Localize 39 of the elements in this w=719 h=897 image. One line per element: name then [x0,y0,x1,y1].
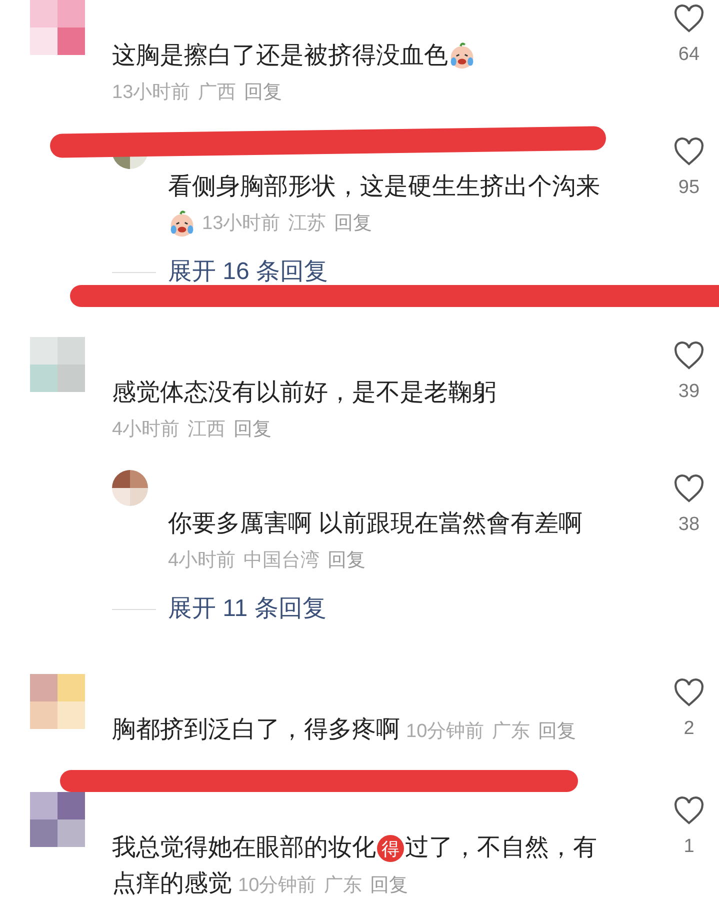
time-label: 10分钟前 [238,875,316,896]
reply-button[interactable]: 回复 [234,415,272,445]
like-count: 2 [684,717,694,741]
region-label: 广东 [492,721,530,742]
heart-icon[interactable] [673,796,705,826]
heart-icon[interactable] [673,341,705,371]
comment-text: 这胸是擦白了还是被挤得没血色 [112,41,448,71]
comment-text: 感觉体态没有以前好，是不是老鞠躬 [112,378,496,408]
region-label: 广西 [198,81,236,105]
expand-replies-link[interactable]: 展开 16 条回复 [168,260,328,284]
time-label: 4小时前 [112,418,180,442]
heart-icon[interactable] [673,137,705,167]
time-label: 10分钟前 [406,721,484,742]
comment-text: 胸都挤到泛白了，得多疼啊 [112,716,400,743]
reply-button[interactable]: 回复 [244,78,282,108]
heart-icon[interactable] [673,678,705,708]
time-label: 13小时前 [112,81,190,105]
like-count: 39 [678,380,700,404]
region-label: 中国台湾 [244,549,320,573]
time-label: 4小时前 [168,549,236,573]
region-label: 江苏 [288,212,326,236]
region-label: 江西 [188,418,226,442]
like-count: 64 [678,43,700,67]
reply-button[interactable]: 回复 [538,714,576,750]
like-count: 1 [684,835,694,859]
reply-button[interactable]: 回复 [334,209,372,239]
heart-icon[interactable] [673,474,705,504]
region-label: 广东 [324,875,362,896]
time-label: 13小时前 [202,212,280,236]
reply-button[interactable]: 回复 [328,546,366,576]
comment-text: 点痒的感觉 [112,870,232,897]
comment-text: 你要多厲害啊 以前跟現在當然會有差啊 [168,509,583,539]
heart-icon[interactable] [673,4,705,34]
comment-text: 看侧身胸部形状，这是硬生生挤出个沟来 [168,172,600,202]
like-count: 95 [678,176,700,200]
like-count: 38 [678,513,700,537]
expand-replies-link[interactable]: 展开 11 条回复 [168,597,326,621]
reply-button[interactable]: 回复 [370,868,408,897]
comment-text: 我总觉得她在眼部的妆化 得 过了，不自然，有 [112,834,597,861]
